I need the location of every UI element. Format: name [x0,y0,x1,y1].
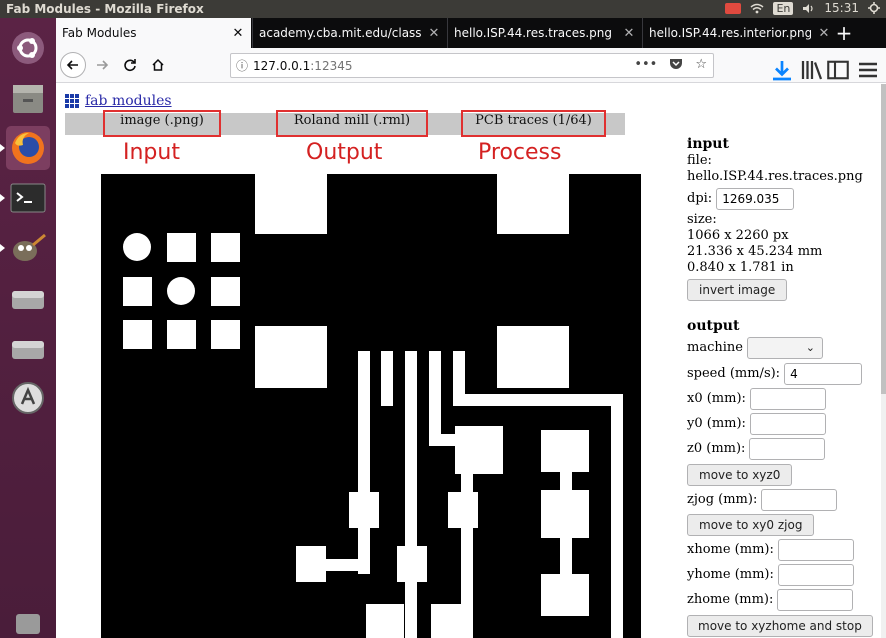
tab-label: Fab Modules [62,26,137,40]
close-tab-icon[interactable]: ✕ [231,26,245,41]
zjog-input[interactable] [761,489,838,511]
tab-label: academy.cba.mit.edu/class [259,26,421,40]
drive-icon-2[interactable] [6,326,50,370]
trash-icon[interactable] [6,608,50,638]
size-inches: 0.840 x 1.781 in [687,260,794,275]
volume-icon[interactable] [802,3,815,14]
url-bar[interactable]: ⓘ 127.0.0.1:12345 ••• ☆ [230,53,714,78]
pcb-traces-drawing [123,174,623,638]
output-format-label: Roland mill (.rml) [293,113,411,128]
tab-academy[interactable]: academy.cba.mit.edu/class ✕ [252,18,447,48]
speed-label: speed (mm/s): [687,366,781,381]
file-label: file: [687,153,712,168]
input-format-label: image (.png) [120,113,204,128]
page-scrollbar[interactable] [881,84,886,638]
yhome-input[interactable] [777,564,854,586]
settings-gear-icon[interactable] [868,2,880,14]
language-indicator[interactable]: En [773,1,794,15]
size-label: size: [687,212,717,227]
firefox-icon[interactable] [0,126,50,170]
zjog-label: zjog (mm): [687,492,758,507]
sidebar-icon[interactable] [826,58,850,82]
process-caption: Process [478,140,562,165]
input-format-menu[interactable]: image (.png) [103,110,221,137]
files-icon[interactable] [6,76,50,120]
dpi-label: dpi: [687,191,713,206]
tab-interior-png[interactable]: hello.ISP.44.res.interior.png ✕ [642,18,837,48]
close-tab-icon[interactable]: ✕ [817,26,831,41]
output-heading: output [687,318,740,334]
gimp-icon[interactable] [0,226,50,270]
machine-select[interactable]: ⌄ [746,337,823,359]
yhome-label: yhome (mm): [687,567,774,582]
x0-input[interactable] [749,388,826,410]
tab-label: hello.ISP.44.res.traces.png [454,26,613,40]
drive-icon[interactable] [6,276,50,320]
y0-label: y0 (mm): [687,416,746,431]
machine-label: machine [687,340,743,355]
system-tray: En 15:31 [725,1,880,15]
download-icon[interactable] [770,58,794,82]
process-label: PCB traces (1/64) [475,113,592,128]
process-menu[interactable]: PCB traces (1/64) [461,110,606,137]
system-top-bar: Fab Modules - Mozilla Firefox En 15:31 [0,0,886,18]
software-updater-icon[interactable] [6,376,50,420]
terminal-icon[interactable] [0,176,50,220]
move-to-xyzhome-and-stop-button[interactable]: move to xyzhome and stop [687,615,873,637]
window-title: Fab Modules - Mozilla Firefox [6,2,204,16]
speed-input[interactable]: 4 [784,363,863,385]
page-content: fab modules image (.png) Roland mill (.r… [56,84,886,638]
new-tab-button[interactable]: + [832,18,856,48]
chevron-down-icon: ⌄ [805,341,815,354]
wifi-icon[interactable] [750,3,764,14]
move-to-xy0-zjog-button[interactable]: move to xy0 zjog [687,514,815,536]
pocket-icon[interactable] [669,57,683,70]
file-name: hello.ISP.44.res.traces.png [687,169,863,184]
library-icon[interactable] [800,58,824,82]
output-caption: Output [306,140,383,165]
tab-traces-png[interactable]: hello.ISP.44.res.traces.png ✕ [447,18,642,48]
bookmark-star-icon[interactable]: ☆ [695,57,707,72]
zhome-input[interactable] [777,589,854,611]
invert-image-button[interactable]: invert image [687,279,788,301]
launcher [0,18,56,638]
forward-button[interactable] [90,53,114,77]
input-caption: Input [123,140,180,165]
tab-label: hello.ISP.44.res.interior.png [649,26,811,40]
ubuntu-dash-icon[interactable] [6,26,50,70]
url-text[interactable]: 127.0.0.1:12345 [253,59,352,73]
xhome-input[interactable] [777,539,854,561]
z0-input[interactable] [749,438,826,460]
close-tab-icon[interactable]: ✕ [427,26,441,41]
z0-label: z0 (mm): [687,441,746,456]
fab-modules-link[interactable]: fab modules [85,93,172,109]
input-heading: input [687,136,729,152]
back-button[interactable] [60,52,86,78]
tab-strip: Fab Modules ✕ academy.cba.mit.edu/class … [56,18,886,48]
scrollbar-thumb[interactable] [881,84,886,394]
clock[interactable]: 15:31 [824,1,859,15]
y0-input[interactable] [749,413,826,435]
size-pixels: 1066 x 2260 px [687,228,789,243]
size-millimeters: 21.336 x 45.234 mm [687,244,823,259]
site-info-icon[interactable]: ⓘ [231,57,253,74]
grid-logo-icon [65,94,79,108]
pcb-traces-image [101,174,641,638]
close-tab-icon[interactable]: ✕ [622,26,636,41]
reload-icon[interactable] [118,53,142,77]
screen-record-icon[interactable] [725,2,742,14]
home-icon[interactable] [146,53,170,77]
page-actions-icon[interactable]: ••• [634,57,657,72]
x0-label: x0 (mm): [687,391,746,406]
xhome-label: xhome (mm): [687,542,774,557]
dpi-input[interactable]: 1269.035 [716,188,795,210]
move-to-xyz0-button[interactable]: move to xyz0 [687,464,793,486]
zhome-label: zhome (mm): [687,592,774,607]
tab-fab-modules[interactable]: Fab Modules ✕ [56,18,251,48]
output-format-menu[interactable]: Roland mill (.rml) [276,110,428,137]
fab-modules-logo: fab modules [65,93,172,109]
navigation-toolbar: ⓘ 127.0.0.1:12345 ••• ☆ [56,48,886,83]
hamburger-menu-icon[interactable] [856,58,880,82]
